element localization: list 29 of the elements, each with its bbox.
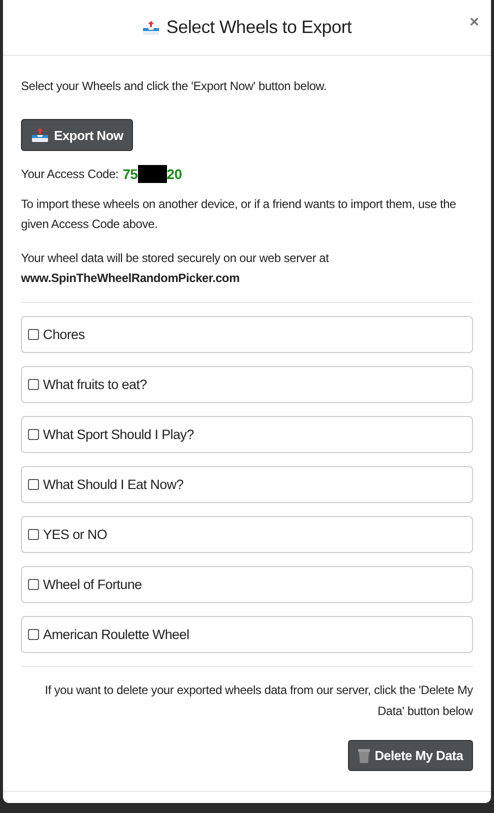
inbox-upload-icon (31, 127, 49, 143)
delete-note: If you want to delete your exported wheels data from our server, click the 'Delete My Data' button below (44, 682, 473, 720)
checkbox[interactable] (28, 479, 39, 490)
wheel-option[interactable]: What Sport Should I Play? (21, 416, 473, 453)
checkbox[interactable] (28, 579, 39, 590)
wheel-option[interactable]: Wheel of Fortune (21, 566, 473, 603)
checkbox[interactable] (28, 379, 39, 390)
delete-my-data-button[interactable]: Delete My Data (348, 740, 473, 771)
instruction-text: Select your Wheels and click the 'Export Now' button below. (21, 78, 328, 95)
checkbox[interactable] (28, 429, 39, 440)
wheel-option[interactable]: Chores (21, 316, 473, 353)
trash-can-icon (358, 748, 370, 763)
export-now-button[interactable]: Export Now (21, 119, 134, 151)
storage-note: Your wheel data will be stored securely on our web server at (21, 251, 329, 265)
import-note: To import these wheels on another device, or if a friend wants to import them, use the given Access Code above. (21, 196, 458, 233)
wheel-option[interactable]: What Should I Eat Now? (21, 466, 473, 503)
close-button[interactable]: × (468, 14, 481, 32)
checkbox[interactable] (28, 529, 39, 540)
wheel-option[interactable]: YES or NO (21, 516, 473, 553)
access-code-end: 20 (166, 165, 182, 184)
inbox-upload-icon (142, 20, 160, 36)
access-code-start: 75 (122, 165, 138, 184)
wheel-option[interactable]: What fruits to eat? (21, 366, 473, 403)
checkbox[interactable] (28, 329, 39, 340)
website-text: www.SpinTheWheelRandomPicker.com (21, 270, 241, 287)
access-code-label: Your Access Code: (21, 166, 119, 183)
checkbox[interactable] (28, 629, 39, 640)
wheel-option[interactable]: American Roulette Wheel (21, 616, 473, 653)
dialog-title: Select Wheels to Export (166, 17, 352, 38)
